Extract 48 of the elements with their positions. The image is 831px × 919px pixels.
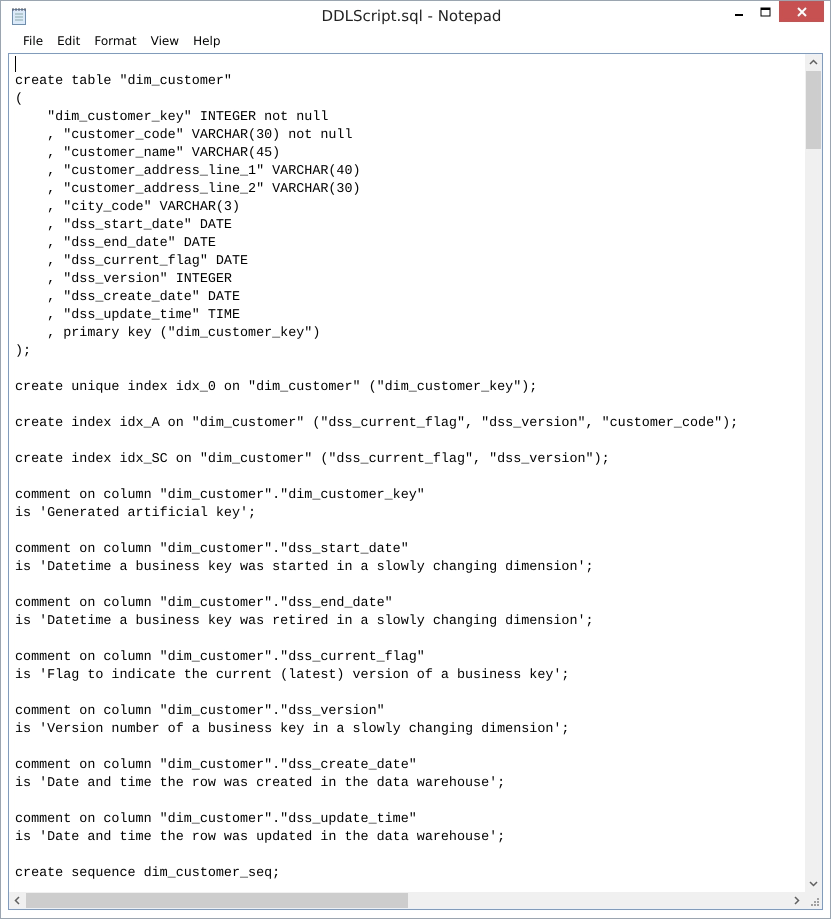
close-button[interactable] — [779, 1, 824, 22]
close-icon — [796, 6, 808, 18]
code-line: , "customer_address_line_2" VARCHAR(30) — [46, 181, 362, 199]
code-line: is 'Generated artificial key'; — [15, 505, 258, 523]
code-line: comment on column "dim_customer"."dss_start_date" — [15, 541, 410, 559]
code-line: comment on column "dim_customer"."dss_version" — [15, 703, 386, 721]
text-cursor — [15, 56, 16, 72]
code-line: comment on column "dim_customer"."dss_current_flag" — [15, 649, 426, 667]
code-line: is 'Flag to indicate the current (latest) version of a business key'; — [15, 667, 570, 685]
menu-item[interactable]: Format — [87, 31, 144, 53]
code-line: , "city_code" VARCHAR(3) — [46, 199, 241, 217]
code-line: comment on column "dim_customer"."dss_end_date" — [15, 595, 394, 613]
scrollbar-thumb[interactable] — [806, 71, 821, 149]
code-line: comment on column "dim_customer"."dim_customer_key" — [15, 487, 426, 505]
code-line: comment on column "dim_customer"."dss_create_date" — [15, 757, 418, 775]
code-line: , primary key ("dim_customer_key") — [46, 325, 322, 343]
code-line: is 'Datetime a business key was started in a slowly changing dimension'; — [15, 559, 595, 577]
code-line: is 'Datetime a business key was retired in a slowly changing dimension'; — [15, 613, 595, 631]
code-line: ( — [15, 91, 24, 109]
maximize-icon — [760, 6, 771, 16]
code-line: create table "dim_customer" — [15, 73, 233, 91]
code-line: ); — [15, 343, 32, 361]
menu-item[interactable]: Edit — [50, 31, 88, 53]
code-line: create sequence dim_customer_seq; — [15, 865, 282, 883]
code-line: is 'Version number of a business key in a slowly changing dimension'; — [15, 721, 570, 739]
code-line: , "customer_code" VARCHAR(30) not null — [46, 127, 354, 145]
code-line: , "dss_version" INTEGER — [46, 271, 233, 289]
code-line: create index idx_SC on "dim_customer" ("dss_current_flag", "dss_version"); — [15, 451, 611, 469]
code-line: , "dss_end_date" DATE — [46, 235, 217, 253]
code-line: , "dss_start_date" DATE — [46, 217, 233, 235]
code-line: is 'Date and time the row was created in the data warehouse'; — [15, 775, 506, 793]
minimize-icon — [735, 14, 743, 16]
code-line: , "dss_update_time" TIME — [46, 307, 241, 325]
menu-item[interactable]: Help — [186, 31, 228, 53]
code-line: , "customer_address_line_1" VARCHAR(40) — [46, 163, 362, 181]
code-line: create index idx_A on "dim_customer" ("dss_current_flag", "dss_version", "customer_code"); — [15, 415, 740, 433]
code-line: "dim_customer_key" INTEGER not null — [46, 109, 330, 127]
code-line: , "dss_current_flag" DATE — [46, 253, 250, 271]
menu-item[interactable]: View — [144, 31, 186, 53]
menu-item[interactable]: File — [16, 31, 50, 53]
code-line: , "customer_name" VARCHAR(45) — [46, 145, 282, 163]
scrollbar-thumb[interactable] — [26, 893, 408, 908]
code-line: create unique index idx_0 on "dim_customer" ("dim_customer_key"); — [15, 379, 538, 397]
code-line: comment on column "dim_customer"."dss_update_time" — [15, 811, 418, 829]
window-title: DDLScript.sql - Notepad — [320, 6, 502, 25]
code-line: is 'Date and time the row was updated in the data warehouse'; — [15, 829, 506, 847]
code-line: , "dss_create_date" DATE — [46, 289, 241, 307]
notepad-icon — [11, 7, 27, 25]
